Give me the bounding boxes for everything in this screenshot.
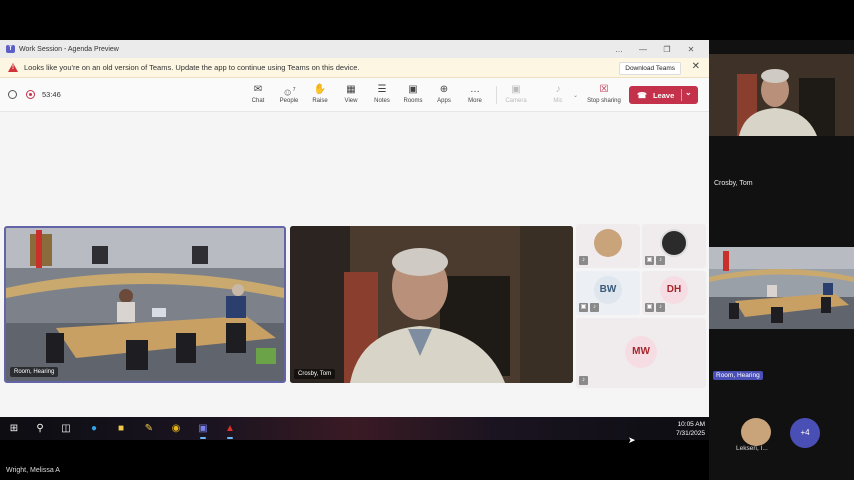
avatar [741, 418, 771, 446]
people-icon: ☺7 [282, 87, 296, 99]
chevron-down-icon[interactable]: ⌄ [685, 88, 692, 97]
chat-button[interactable]: ✉ Chat [244, 83, 272, 109]
mic-muted-icon: ♪ [579, 256, 588, 265]
avatar-initials: MW [625, 336, 657, 368]
camera-icon: ▣ [511, 84, 521, 95]
stop-sharing-button[interactable]: ☒ Stop sharing [586, 83, 622, 109]
clock-date: 7/31/2025 [676, 430, 705, 437]
task-view-icon[interactable]: ◫ [58, 421, 74, 436]
tom-video-feed [290, 226, 573, 383]
warning-icon: ! [8, 63, 18, 72]
toolbar-divider [496, 86, 497, 104]
camera-off-icon: ▣ [645, 256, 654, 265]
side-video-room-hearing[interactable] [709, 247, 854, 329]
clock-time: 10:05 AM [677, 421, 705, 428]
mic-muted-icon: ♪ [656, 303, 665, 312]
self-name-label: Lekseri, I... [736, 445, 768, 452]
participant-tile-dh[interactable]: DH ▣ ♪ [642, 271, 706, 315]
update-banner: ! Looks like you're on an old version of… [0, 58, 709, 78]
mic-button[interactable]: ♪ Mic [544, 83, 572, 109]
camera-off-icon: ▣ [645, 303, 654, 312]
maximize-icon[interactable]: ❐ [655, 45, 679, 54]
teams-logo-icon: T [6, 45, 15, 53]
more-icon: … [470, 84, 480, 95]
teams-window: T Work Session - Agenda Preview … — ❐ ✕ … [0, 40, 709, 417]
apps-button[interactable]: ⊕ Apps [430, 83, 458, 109]
edge-browser-icon[interactable]: ● [86, 421, 102, 436]
people-count-badge: 7 [292, 87, 296, 93]
people-button[interactable]: ☺7 People [275, 83, 303, 109]
side-room-video [709, 247, 854, 329]
avatar-initials: DH [660, 276, 688, 304]
banner-close-icon[interactable]: ✕ [692, 61, 700, 72]
file-explorer-icon[interactable]: ■ [113, 421, 129, 436]
mouse-cursor-icon: ➤ [628, 435, 636, 445]
side-video-panel: Crosby, Tom Room, Hearing Lekseri, I... … [709, 40, 854, 480]
search-icon[interactable]: ⚲ [32, 421, 48, 436]
windows-taskbar: ⊞ ⚲ ◫ ● ■ ✎ ◉ ▣ ▲ 10:05 AM 7/31/2025 [0, 417, 709, 440]
phone-hangup-icon: ☎ [637, 90, 647, 100]
notepad-icon[interactable]: ✎ [141, 421, 157, 436]
more-button[interactable]: … More [461, 83, 489, 109]
more-options-icon[interactable]: … [607, 45, 631, 54]
side-label-room-hearing: Room, Hearing [713, 371, 763, 380]
video-tile-crosby-tom[interactable]: Crosby, Tom [290, 226, 573, 383]
avatar [594, 229, 622, 257]
camera-off-icon: ▣ [579, 303, 588, 312]
bottom-strip: Wright, Melissa A ➤ [0, 435, 709, 480]
minimize-icon[interactable]: — [631, 45, 655, 54]
rooms-button[interactable]: ▣ Rooms [399, 83, 427, 109]
view-grid-icon: ▦ [346, 84, 356, 95]
teams-taskbar-icon[interactable]: ▣ [195, 421, 211, 439]
system-clock[interactable]: 10:05 AM 7/31/2025 [676, 420, 705, 438]
leave-button[interactable]: ☎ Leave ⌄ [629, 86, 698, 104]
window-controls: … — ❐ ✕ [607, 40, 703, 58]
room-video-feed [6, 228, 284, 381]
view-button[interactable]: ▦ View [337, 83, 365, 109]
meeting-timer: 53:46 [42, 90, 61, 99]
side-video-crosby-tom[interactable] [709, 54, 854, 136]
download-teams-button[interactable]: Download Teams [619, 62, 681, 75]
mic-muted-icon: ♪ [579, 376, 588, 385]
stop-sharing-icon: ☒ [599, 84, 609, 95]
mic-muted-icon: ♪ [656, 256, 665, 265]
title-bar: T Work Session - Agenda Preview … — ❐ ✕ [0, 40, 709, 58]
notes-button[interactable]: ☰ Notes [368, 83, 396, 109]
participant-tile-mw[interactable]: MW ♪ [576, 318, 706, 388]
more-participants-badge[interactable]: +4 [790, 418, 820, 448]
meeting-stage: Room, Hearing Crosby, Tom ♪ ▣ ♪ BW ▣ ♪ D… [0, 112, 709, 417]
rooms-icon: ▣ [408, 84, 418, 95]
shield-icon[interactable] [8, 90, 17, 99]
chrome-icon[interactable]: ◉ [168, 421, 184, 436]
raise-hand-icon: ✋ [313, 84, 327, 95]
windows-start-icon[interactable]: ⊞ [6, 421, 22, 436]
mic-icon: ♪ [555, 84, 561, 95]
close-icon[interactable]: ✕ [679, 45, 703, 54]
window-title: Work Session - Agenda Preview [19, 45, 119, 53]
avatar [660, 229, 688, 257]
participant-name-bottom: Wright, Melissa A [6, 467, 60, 474]
notes-icon: ☰ [377, 84, 387, 95]
participant-tile-photo-1[interactable]: ♪ [576, 224, 640, 268]
raise-hand-button[interactable]: ✋ Raise [306, 83, 334, 109]
side-label-crosby-tom: Crosby, Tom [714, 180, 753, 187]
mic-options-chevron-icon[interactable]: ⌄ [573, 92, 578, 99]
side-tom-video [709, 54, 854, 136]
tile-name-crosby-tom: Crosby, Tom [294, 369, 336, 379]
acrobat-icon[interactable]: ▲ [222, 421, 238, 439]
avatar-initials: BW [594, 276, 622, 304]
video-tile-room-hearing[interactable]: Room, Hearing [4, 226, 286, 383]
apps-icon: ⊕ [439, 84, 449, 95]
participant-tile-photo-2[interactable]: ▣ ♪ [642, 224, 706, 268]
tile-name-room-hearing: Room, Hearing [10, 367, 59, 377]
participant-tile-bw[interactable]: BW ▣ ♪ [576, 271, 640, 315]
meeting-toolbar: 53:46 ✉ Chat ☺7 People ✋ Raise ▦ View ☰ … [0, 78, 709, 112]
banner-message: Looks like you're on an old version of T… [24, 63, 360, 72]
camera-button[interactable]: ▣ Camera [502, 83, 530, 109]
recording-icon [26, 90, 35, 99]
mic-muted-icon: ♪ [590, 303, 599, 312]
chat-icon: ✉ [253, 84, 263, 95]
